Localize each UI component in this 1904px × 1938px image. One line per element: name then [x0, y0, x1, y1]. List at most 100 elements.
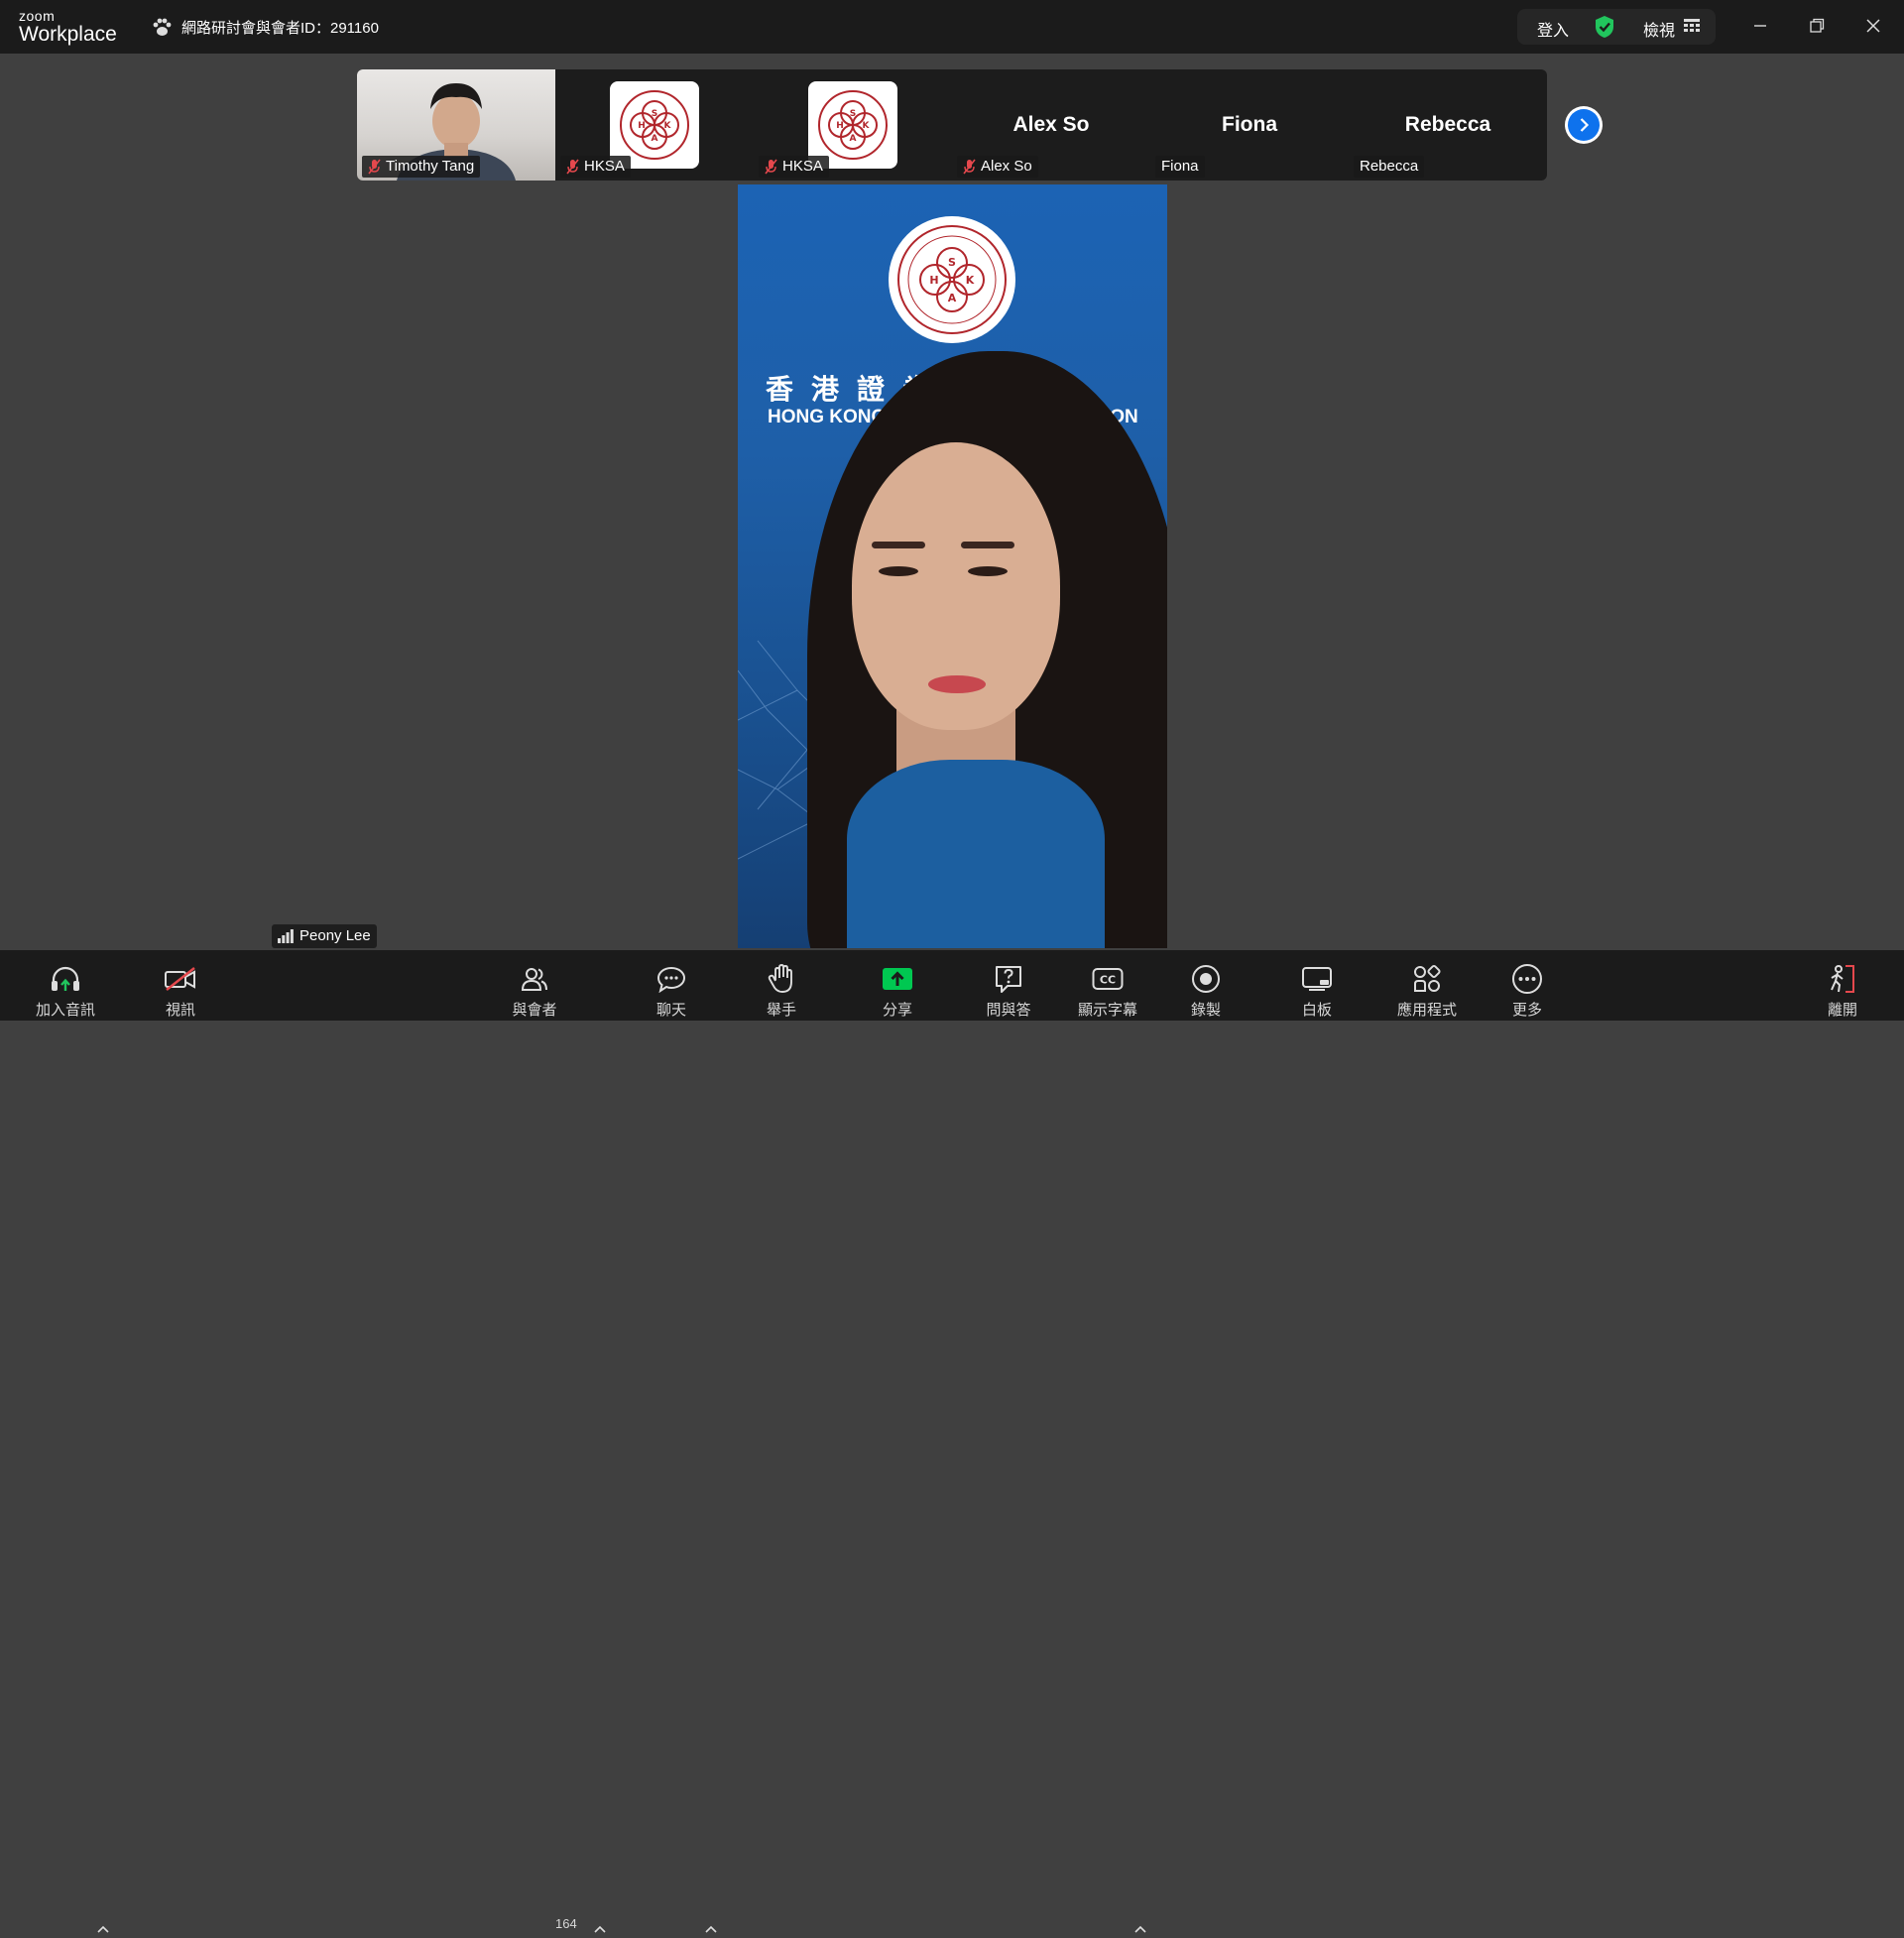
seal-letter: S: [948, 256, 956, 269]
participant-display-name: Alex So: [1012, 113, 1090, 136]
main-speaker-video: S H K A 香港證券業協會 HONG KONG SECURITIES ASS…: [738, 184, 1167, 948]
logo-zoom-text: zoom: [19, 8, 56, 24]
join-audio-button[interactable]: 加入音訊: [34, 950, 97, 1021]
svg-text:H: H: [836, 121, 844, 131]
minimize-icon[interactable]: [1747, 13, 1773, 39]
participant-tile-fiona[interactable]: Fiona Fiona: [1150, 69, 1349, 181]
meeting-toolbar: 加入音訊 視訊 與會者 164 聊天 舉手 分享 問與答 CC 顯示字幕 錄製 …: [0, 950, 1904, 1933]
svg-text:A: A: [652, 134, 658, 144]
participant-tile-timothy[interactable]: Timothy Tang: [357, 69, 555, 181]
captions-label: 顯示字幕: [1077, 1002, 1137, 1019]
participants-icon: [521, 968, 547, 991]
whiteboard-label: 白板: [1301, 1002, 1332, 1019]
participant-tile-rebecca[interactable]: Rebecca Rebecca: [1349, 69, 1547, 181]
participants-button[interactable]: 與會者: [506, 950, 563, 1021]
record-label: 錄製: [1190, 1002, 1221, 1019]
captions-options-chevron-icon[interactable]: [1134, 1920, 1146, 1938]
logo-workplace-text: Workplace: [19, 23, 117, 46]
participant-nametag: HKSA: [759, 156, 829, 178]
participant-strip: Timothy Tang S H K A HKSA S H K A HKSA A…: [357, 69, 1547, 181]
speaker-name: Peony Lee: [299, 927, 371, 944]
more-label: 更多: [1511, 1002, 1542, 1019]
meeting-info[interactable]: 網路研討會與會者ID：291160: [151, 17, 379, 38]
more-button[interactable]: 更多: [1505, 950, 1549, 1021]
participant-display-name: Fiona: [1222, 113, 1277, 136]
closed-captions-icon: CC: [1092, 968, 1124, 990]
mic-muted-icon: [368, 159, 381, 175]
share-screen-icon: [883, 968, 912, 990]
question-answer-icon: [996, 966, 1021, 993]
hksa-seal-logo: S H K A: [889, 216, 1015, 343]
participants-label: 與會者: [512, 1002, 557, 1019]
participant-name: HKSA: [782, 158, 823, 175]
restore-icon[interactable]: [1804, 13, 1830, 39]
seal-letter: A: [948, 292, 957, 304]
participant-nametag: Fiona: [1155, 156, 1205, 178]
participant-nametag: HKSA: [560, 156, 631, 178]
participant-nametag: Alex So: [957, 156, 1038, 178]
hand-icon: [768, 964, 792, 993]
chat-label: 聊天: [655, 1002, 686, 1019]
paw-icon: [153, 18, 172, 36]
whiteboard-button[interactable]: 白板: [1295, 950, 1339, 1021]
mic-muted-icon: [963, 159, 976, 175]
audio-options-chevron-icon[interactable]: [97, 1920, 109, 1938]
zoom-logo: zoom Workplace: [19, 9, 117, 45]
headphones-icon: [52, 966, 79, 991]
captions-button[interactable]: CC 顯示字幕: [1075, 950, 1140, 1021]
raise-hand-label: 舉手: [766, 1002, 796, 1019]
seal-letter: K: [966, 274, 975, 287]
whiteboard-icon: [1302, 967, 1332, 991]
svg-text:K: K: [863, 121, 871, 131]
participant-name: Rebecca: [1360, 158, 1419, 175]
svg-text:K: K: [664, 121, 672, 131]
apps-button[interactable]: 應用程式: [1394, 950, 1460, 1021]
mic-muted-icon: [765, 159, 777, 175]
gallery-grid-icon[interactable]: [1684, 19, 1700, 38]
leave-door-icon: [1831, 965, 1854, 993]
next-page-button[interactable]: [1565, 106, 1603, 144]
signin-button[interactable]: 登入: [1537, 17, 1569, 41]
participant-display-name: Rebecca: [1404, 113, 1491, 136]
active-speaker-nametag: Peony Lee: [272, 924, 377, 948]
view-button[interactable]: 檢視: [1643, 17, 1675, 41]
chat-button[interactable]: 聊天: [650, 950, 693, 1021]
svg-text:S: S: [850, 109, 856, 119]
record-icon: [1192, 965, 1220, 993]
mic-muted-icon: [566, 159, 579, 175]
apps-label: 應用程式: [1396, 1002, 1457, 1019]
meeting-title: 網路研討會與會者ID：291160: [181, 20, 379, 37]
svg-text:A: A: [850, 134, 857, 144]
svg-text:H: H: [638, 121, 646, 131]
participant-tile-alex[interactable]: Alex So Alex So: [952, 69, 1150, 181]
raise-hand-button[interactable]: 舉手: [760, 950, 803, 1021]
participants-options-chevron-icon[interactable]: [594, 1920, 606, 1938]
qa-label: 問與答: [986, 1002, 1031, 1019]
participant-name: Fiona: [1161, 158, 1199, 175]
share-button[interactable]: 分享: [876, 950, 919, 1021]
svg-text:CC: CC: [1100, 974, 1116, 987]
svg-text:S: S: [652, 109, 657, 119]
record-button[interactable]: 錄製: [1184, 950, 1228, 1021]
join-audio-label: 加入音訊: [35, 1002, 95, 1019]
participants-count: 164: [555, 1916, 577, 1931]
security-shield-icon[interactable]: [1594, 15, 1615, 44]
participant-nametag: Timothy Tang: [362, 156, 481, 178]
more-options-icon: [1512, 964, 1542, 994]
participant-tile-hksa-2[interactable]: S H K A HKSA: [754, 69, 952, 181]
seal-letter: H: [929, 274, 938, 287]
participant-tile-hksa-1[interactable]: S H K A HKSA: [555, 69, 754, 181]
qa-button[interactable]: 問與答: [984, 950, 1033, 1021]
video-button[interactable]: 視訊: [157, 950, 204, 1021]
chat-icon: [656, 966, 686, 993]
leave-button[interactable]: 離開: [1821, 950, 1864, 1021]
top-right-controls: 登入 檢視: [1517, 9, 1716, 45]
participant-name: Timothy Tang: [386, 158, 475, 175]
chat-options-chevron-icon[interactable]: [705, 1920, 717, 1938]
signal-strength-icon: [278, 929, 294, 943]
title-bar: zoom Workplace 網路研討會與會者ID：291160 登入 檢視: [0, 0, 1904, 54]
close-icon[interactable]: [1860, 13, 1886, 39]
video-off-icon: [165, 967, 195, 991]
share-label: 分享: [882, 1002, 912, 1019]
chevron-right-icon: [1580, 118, 1590, 132]
